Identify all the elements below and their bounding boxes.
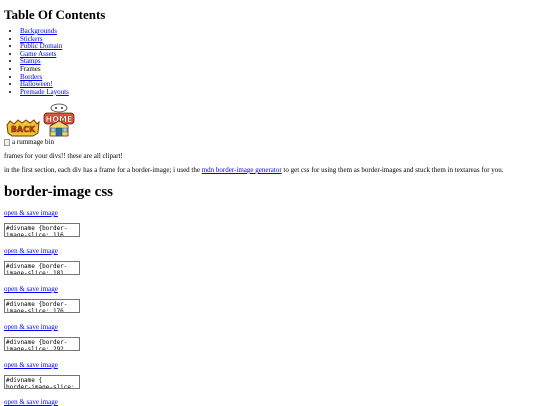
intro-text-2-before: in the first section, each div has a fra… [4,166,202,174]
frame-item: open & save image #divname {border-image… [4,209,104,237]
rummage-bin-image: a rummage bin [4,138,54,146]
broken-image-icon [4,138,10,146]
toc-title: Table Of Contents [4,7,106,22]
frame-item: open & save image #divname { border-imag… [4,361,104,389]
back-logo[interactable]: BACK [6,119,40,137]
frame-item: open & save image #divname {border-image… [4,285,104,313]
frame-item: open & save image #divname {border-image… [4,323,104,351]
css-textarea[interactable]: #divname {border-image-slice: 181 182 [4,261,80,275]
open-save-image-link[interactable]: open & save image [4,361,104,369]
rummage-bin-alt: a rummage bin [12,138,54,146]
toc-list: Backgrounds Stickers Public Domain Game … [20,27,69,97]
open-save-image-link[interactable]: open & save image [4,209,104,217]
css-textarea[interactable]: #divname { border-image-slice: 121 121 [4,375,80,389]
back-logo-text: BACK [11,125,36,134]
toc-link-premade-layouts[interactable]: Premade Layouts [20,88,69,96]
css-textarea[interactable]: #divname {border-image-slice: 292 234 [4,337,80,351]
css-textarea[interactable]: #divname {border-image-slice: 116 141 [4,223,80,237]
intro-text-2-after: to get css for using them as border-imag… [281,166,504,174]
open-save-image-link[interactable]: open & save image [4,285,104,293]
open-save-image-link[interactable]: open & save image [4,247,104,255]
open-save-image-link[interactable]: open & save image [4,323,104,331]
section-heading: border-image css [4,184,113,200]
intro-text-1: frames for your divs!! these are all cli… [4,152,123,160]
css-textarea[interactable]: #divname {border-image-slice: 176 194 [4,299,80,313]
toc-item-premade-layouts: Premade Layouts [20,88,69,97]
frame-item: open & save image #divname {border-image… [4,247,104,275]
home-logo[interactable]: HOME [42,102,76,138]
intro-text-2: in the first section, each div has a fra… [4,166,504,174]
mdn-generator-link[interactable]: mdn border-image generator [202,166,282,174]
